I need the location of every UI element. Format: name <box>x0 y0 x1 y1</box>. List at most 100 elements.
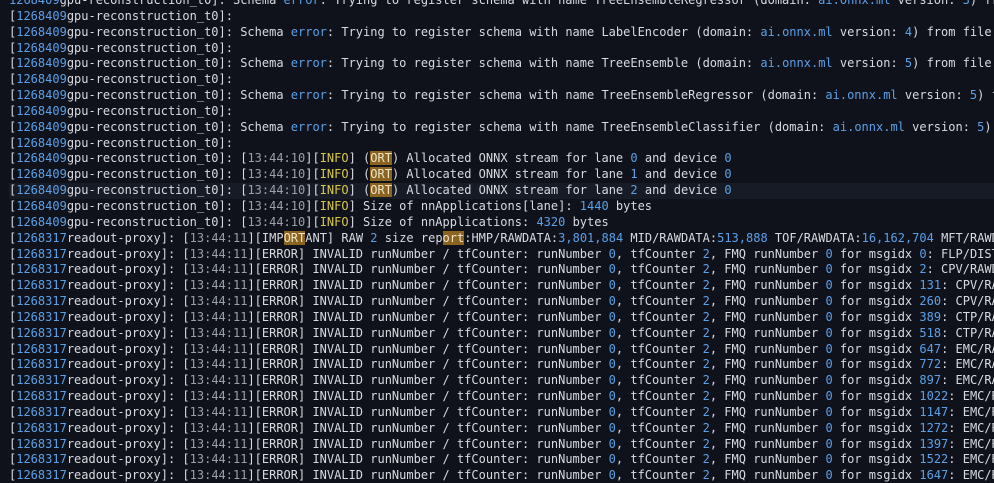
numeric-value: 2 <box>702 246 710 261</box>
log-text: for msgidx <box>832 452 920 467</box>
process-id: 1268317 <box>16 373 67 388</box>
log-text: , tfCounter <box>615 436 703 451</box>
log-text: , FMQ runNumber <box>709 262 826 277</box>
log-text: readout-proxy]: [ <box>66 325 190 340</box>
log-text: , FMQ runNumber <box>709 468 826 483</box>
log-text: ) Allocated ONNX stream for lane <box>391 183 631 198</box>
numeric-value: 2 <box>630 183 638 198</box>
numeric-value: 0 <box>608 389 616 404</box>
numeric-value: 647 <box>919 341 942 356</box>
timestamp: 13:44:11 <box>189 420 248 435</box>
process-id: 1268409 <box>9 0 60 7</box>
log-text: readout-proxy]: [ <box>66 309 190 324</box>
numeric-value: ai.onnx.ml <box>760 56 833 71</box>
log-text: , FMQ runNumber <box>709 436 826 451</box>
numeric-value: 1647 <box>919 468 949 483</box>
numeric-value: 260 <box>919 294 942 309</box>
log-text: gpu-reconstruction_t0]: Schema <box>66 88 291 103</box>
process-id: 1268409 <box>16 88 67 103</box>
log-text: readout-proxy]: [ <box>66 278 190 293</box>
timestamp: 13:44:11 <box>189 246 248 261</box>
log-text: : EMC/RAWD <box>948 404 994 419</box>
numeric-value: 0 <box>825 373 833 388</box>
log-text: , tfCounter <box>615 246 703 261</box>
process-id: 1268409 <box>16 40 67 55</box>
log-text: ) Allocated ONNX stream for lane <box>391 167 631 182</box>
log-text: gpu-reconstruction_t0]: <box>66 103 233 118</box>
numeric-value: 1147 <box>919 404 949 419</box>
process-id: 1268409 <box>16 56 67 71</box>
log-line: [1268409gpu-reconstruction_t0]: Schema e… <box>9 25 994 41</box>
numeric-value: 2 <box>702 341 710 356</box>
log-text: : Trying to register schema with name Tr… <box>326 56 761 71</box>
process-id: 1268317 <box>16 294 67 309</box>
numeric-value: 0 <box>608 246 616 261</box>
log-text: gpu-reconstruction_t0]: Schema <box>66 56 291 71</box>
log-text: gpu-reconstruction_t0]: Schema <box>66 119 291 134</box>
log-text: readout-proxy]: [ <box>66 404 190 419</box>
timestamp: 13:44:10 <box>247 183 306 198</box>
log-text: , FMQ runNumber <box>709 389 826 404</box>
log-text: : CTP/RAWDA <box>941 325 994 340</box>
log-text: , tfCounter <box>615 404 703 419</box>
log-text: readout-proxy]: [ <box>66 230 190 245</box>
log-line: [1268317readout-proxy]: [13:44:11][ERROR… <box>9 247 994 263</box>
log-text: : EMC/RAWD <box>948 420 994 435</box>
numeric-value: 16,162,704 <box>861 230 934 245</box>
terminal-window[interactable]: 1268409gpu-reconstruction_t0]: Schema er… <box>0 0 994 483</box>
timestamp: 13:44:11 <box>189 468 248 483</box>
log-line: [1268409gpu-reconstruction_t0]: <box>9 72 994 88</box>
search-match: ORT <box>370 151 392 166</box>
log-text: ][ <box>305 183 320 198</box>
log-text: : CPV/RAWDATA <box>926 262 994 277</box>
log-text: for msgidx <box>832 325 920 340</box>
log-text: , FMQ runNumber <box>709 294 826 309</box>
numeric-value: 3 <box>962 0 970 7</box>
log-line: [1268409gpu-reconstruction_t0]: [13:44:1… <box>9 151 994 167</box>
log-line: [1268409gpu-reconstruction_t0]: [13:44:1… <box>9 167 994 183</box>
log-text: MID/RAWDATA: <box>623 230 718 245</box>
numeric-value: 518 <box>919 325 942 340</box>
log-text: ][ERROR] INVALID runNumber / tfCounter: … <box>247 246 609 261</box>
log-text: TOF/RAWDATA: <box>767 230 862 245</box>
log-text: ][ERROR] INVALID runNumber / tfCounter: … <box>247 309 609 324</box>
log-text: gpu-reconstruction_t0]: [ <box>66 183 248 198</box>
log-text: for msgidx <box>832 468 920 483</box>
log-text: gpu-reconstruction_t0]: [ <box>66 151 248 166</box>
process-id: 1268317 <box>16 436 67 451</box>
log-text: : EMC/RAWDA <box>941 341 994 356</box>
log-text: gpu-reconstruction_t0]: <box>66 135 233 150</box>
log-text: : EMC/RAWD <box>948 468 994 483</box>
log-line: [1268317readout-proxy]: [13:44:11][ERROR… <box>9 357 994 373</box>
log-line: [1268409gpu-reconstruction_t0]: [13:44:1… <box>9 215 994 231</box>
log-text: : CPV/RAWDA <box>941 278 994 293</box>
log-text: MFT/RAWDATA <box>941 230 994 245</box>
log-text: and device <box>637 167 725 182</box>
process-id: 1268409 <box>16 103 67 118</box>
log-text: size rep <box>377 230 443 245</box>
log-text: , tfCounter <box>615 420 703 435</box>
log-level: INFO <box>319 214 349 229</box>
log-line: [1268409gpu-reconstruction_t0]: <box>9 41 994 57</box>
process-id: 1268317 <box>16 278 67 293</box>
numeric-value: 0 <box>608 357 616 372</box>
log-text: , tfCounter <box>615 278 703 293</box>
numeric-value: 0 <box>608 325 616 340</box>
log-text: version: <box>897 88 970 103</box>
log-text: , tfCounter <box>615 452 703 467</box>
log-text: , FMQ runNumber <box>709 341 826 356</box>
log-text: gpu-reconstruction_t0]: Schema <box>66 24 291 39</box>
process-id: 1268317 <box>16 468 67 483</box>
log-text: ANT] RAW <box>305 230 371 245</box>
log-level: INFO <box>319 183 349 198</box>
numeric-value: 2 <box>702 373 710 388</box>
numeric-value: 0 <box>608 278 616 293</box>
process-id: 1268409 <box>16 24 67 39</box>
numeric-value: 0 <box>608 420 616 435</box>
log-text: ][IMP <box>247 230 284 245</box>
log-text: readout-proxy]: [ <box>66 357 190 372</box>
numeric-value: 1022 <box>919 389 949 404</box>
numeric-value: 897 <box>919 373 942 388</box>
log-text: gpu-reconstruction_t0]: Schema <box>59 0 284 7</box>
log-text: ] ( <box>348 183 371 198</box>
